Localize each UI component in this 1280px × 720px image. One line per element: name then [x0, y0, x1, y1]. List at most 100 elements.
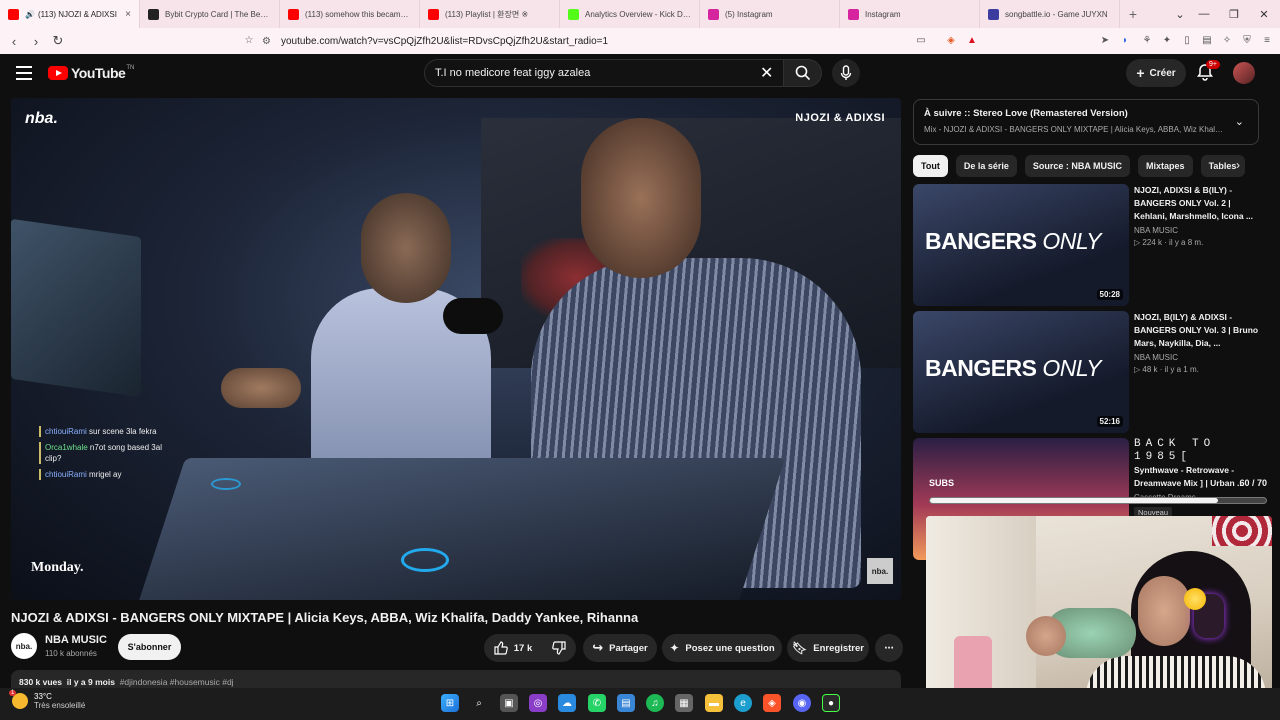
- chevron-down-icon[interactable]: ⌄: [1235, 115, 1244, 128]
- recommendation-title[interactable]: NJOZI, B(ILY) & ADIXSI - BANGERS ONLY Vo…: [1134, 311, 1259, 350]
- more-actions-button[interactable]: ⋯: [875, 634, 903, 662]
- menu-icon[interactable]: ≡: [1260, 33, 1274, 47]
- up-next-mix-panel[interactable]: À suivre :: Stereo Love (Remastered Vers…: [913, 99, 1259, 145]
- browser-tab[interactable]: songbattle.io - Game JUYXN: [980, 0, 1120, 28]
- browser-tab[interactable]: Instagram: [840, 0, 980, 28]
- account-avatar[interactable]: [1233, 62, 1255, 84]
- reload-icon[interactable]: ↻: [48, 31, 68, 51]
- flower-hairclip: [1184, 588, 1206, 610]
- extension-icon[interactable]: ⚘: [1140, 33, 1154, 47]
- chip-series[interactable]: De la série: [955, 155, 1017, 177]
- search-query: T.I no medicore feat iggy azalea: [435, 67, 591, 79]
- recommendation-item[interactable]: BANGERS ONLY 52:16 NJOZI, B(ILY) & ADIXS…: [913, 311, 1259, 433]
- url-field[interactable]: ⚙ youtube.com/watch?v=vsCpQjZfh2U&list=R…: [262, 30, 936, 52]
- windows-taskbar: 1 33°C Très ensoleillé ⊞ ⌕ ▣ ◎ ☁ ✆ ▤ ♫ ▦…: [0, 688, 1280, 720]
- brave-shield-icon[interactable]: ◈: [944, 33, 958, 47]
- brave-icon[interactable]: ◈: [763, 694, 781, 712]
- plus-icon: +: [1136, 65, 1145, 81]
- minimize-button[interactable]: —: [1188, 0, 1220, 28]
- notepad-icon[interactable]: ▤: [617, 694, 635, 712]
- chip-all[interactable]: Tout: [913, 155, 948, 177]
- brave-rewards-icon[interactable]: ▲: [965, 33, 979, 47]
- clear-search-icon[interactable]: ✕: [760, 63, 773, 83]
- share-icon: ↪: [592, 640, 604, 655]
- video-player[interactable]: nba. NJOZI & ADIXSI chtiouiRami sur scen…: [11, 98, 901, 600]
- new-tab-button[interactable]: +: [1120, 0, 1146, 28]
- chat-message: chtiouiRami sur scene 3la fekra: [39, 426, 179, 437]
- file-explorer-icon[interactable]: ▬: [705, 694, 723, 712]
- headphones: [443, 298, 503, 334]
- weather-sun-icon: 1: [9, 690, 28, 709]
- extension-icon[interactable]: ➤: [1098, 33, 1112, 47]
- recommendation-item[interactable]: BANGERS ONLY 50:28 NJOZI, ADIXSI & B(ILY…: [913, 184, 1259, 306]
- site-settings-icon[interactable]: ⚙: [262, 36, 271, 47]
- sidebar-icon[interactable]: ▯: [1180, 33, 1194, 47]
- chat-text: mrigel ay: [89, 470, 122, 479]
- wallet-icon[interactable]: ▤: [1200, 33, 1214, 47]
- share-button[interactable]: ↪ Partager: [583, 634, 657, 662]
- browser-tab[interactable]: Analytics Overview - Kick Das: [560, 0, 700, 28]
- whatsapp-icon[interactable]: ✆: [588, 694, 606, 712]
- obs-icon[interactable]: ●: [822, 694, 840, 712]
- bookmark-icon[interactable]: ☆: [242, 33, 256, 47]
- notifications-button[interactable]: 9+: [1196, 60, 1220, 83]
- recommendation-thumbnail[interactable]: BANGERS ONLY 52:16: [913, 311, 1129, 433]
- dislike-button[interactable]: [544, 634, 574, 662]
- leo-icon[interactable]: ✧: [1220, 33, 1234, 47]
- save-button[interactable]: 🔖︎ Enregistrer: [787, 634, 869, 662]
- spotify-icon[interactable]: ♫: [646, 694, 664, 712]
- close-tab-icon[interactable]: ×: [125, 9, 131, 20]
- hamburger-menu-icon[interactable]: [16, 66, 32, 80]
- kick-favicon-icon: [568, 8, 579, 20]
- browser-tab[interactable]: Bybit Crypto Card | The Best C: [140, 0, 280, 28]
- streamer-hand: [1026, 616, 1066, 656]
- back-icon[interactable]: ‹: [4, 31, 24, 51]
- copilot-icon[interactable]: ☁: [558, 694, 576, 712]
- channel-avatar[interactable]: nba.: [11, 633, 37, 659]
- browser-tab[interactable]: (113) Playlist | 환장면 ※: [420, 0, 560, 28]
- vpn-icon[interactable]: ⛨: [1240, 33, 1254, 47]
- extensions-puzzle-icon[interactable]: ✦: [1160, 33, 1174, 47]
- youtube-header: YouTube TN T.I no medicore feat iggy aza…: [0, 54, 1280, 94]
- like-button[interactable]: 17 k: [484, 634, 542, 662]
- create-button[interactable]: + Créer: [1126, 59, 1186, 87]
- recommendation-title[interactable]: NJOZI, ADIXSI & B(ILY) - BANGERS ONLY Vo…: [1134, 184, 1259, 223]
- forward-icon[interactable]: ›: [26, 31, 46, 51]
- calculator-icon[interactable]: ▦: [675, 694, 693, 712]
- maximize-button[interactable]: ❐: [1218, 0, 1250, 28]
- cast-icon[interactable]: ▭: [914, 33, 928, 47]
- app-icon[interactable]: ◎: [529, 694, 547, 712]
- recommendation-channel[interactable]: NBA MUSIC: [1134, 226, 1259, 235]
- hashtags[interactable]: #djindonesia #housemusic #dj: [120, 677, 234, 687]
- subscribe-button[interactable]: S'abonner: [118, 634, 181, 660]
- channel-name[interactable]: NBA MUSIC: [45, 634, 107, 646]
- voice-search-button[interactable]: [832, 59, 860, 87]
- tab-title: (113) somehow this became y: [305, 9, 411, 19]
- browser-tab[interactable]: 🔊 (113) NJOZI & ADIXSI ×: [0, 0, 140, 28]
- windows-start-icon[interactable]: ⊞: [441, 694, 459, 712]
- recommendation-thumbnail[interactable]: BANGERS ONLY 50:28: [913, 184, 1129, 306]
- chevron-right-icon[interactable]: ›: [1236, 158, 1240, 172]
- close-window-button[interactable]: ✕: [1248, 0, 1280, 28]
- channel-branding-button[interactable]: nba.: [867, 558, 893, 584]
- weather-widget[interactable]: 1 33°C Très ensoleillé: [9, 690, 85, 710]
- turntable-light: [211, 478, 241, 490]
- browser-tab[interactable]: (113) somehow this became y: [280, 0, 420, 28]
- youtube-logo[interactable]: YouTube TN: [48, 65, 134, 81]
- description-box[interactable]: 830 k vues il y a 9 mois #djindonesia #h…: [11, 670, 901, 690]
- video-overlay-title: NJOZI & ADIXSI: [795, 112, 885, 124]
- ask-question-button[interactable]: ✦ Posez une question: [662, 634, 782, 662]
- recommendation-channel[interactable]: NBA MUSIC: [1134, 353, 1259, 362]
- edge-icon[interactable]: e: [734, 694, 752, 712]
- chip-mixtapes[interactable]: Mixtapes: [1138, 155, 1193, 177]
- task-view-icon[interactable]: ▣: [500, 694, 518, 712]
- search-icon[interactable]: ⌕: [470, 694, 488, 712]
- chat-text: sur scene 3la fekra: [89, 427, 157, 436]
- search-input[interactable]: T.I no medicore feat iggy azalea: [424, 59, 784, 87]
- discord-icon[interactable]: ◉: [793, 694, 811, 712]
- chip-source[interactable]: Source : NBA MUSIC: [1024, 155, 1131, 177]
- browser-tab[interactable]: (5) Instagram: [700, 0, 840, 28]
- extension-icon[interactable]: ◗: [1118, 33, 1132, 47]
- recommendation-headline[interactable]: BACK TO 1985[: [1134, 438, 1259, 464]
- search-button[interactable]: [784, 59, 822, 87]
